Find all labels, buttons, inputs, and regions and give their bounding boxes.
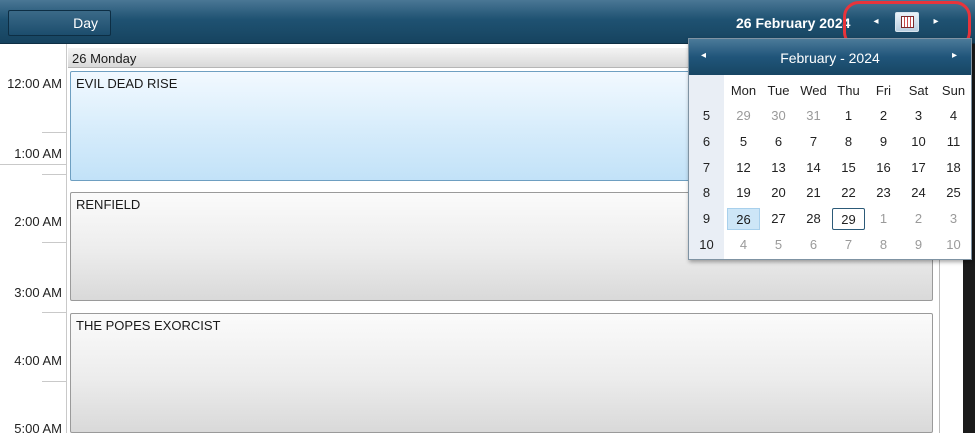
weekday-header: Tue — [767, 83, 790, 98]
calendar-day-cell[interactable]: 5 — [727, 131, 760, 153]
calendar-day-cell[interactable]: 21 — [797, 182, 830, 204]
calendar-day-cell[interactable]: 28 — [797, 208, 830, 230]
weekday-header: Thu — [837, 83, 860, 98]
time-label: 12:00 AM — [7, 76, 62, 91]
calendar-day-cell[interactable]: 18 — [937, 157, 970, 179]
calendar-day-cell[interactable]: 6 — [797, 234, 830, 256]
calendar-day-cell[interactable]: 29 — [727, 105, 760, 127]
calendar-day-cell[interactable]: 23 — [867, 182, 900, 204]
calendar-day-cell[interactable]: 9 — [902, 234, 935, 256]
calendar-day-cell[interactable]: 4 — [727, 234, 760, 256]
calendar-day-cell[interactable]: 30 — [762, 105, 795, 127]
calendar-day-cell[interactable]: 10 — [937, 234, 970, 256]
hour-tick — [0, 164, 67, 165]
calendar-day-cell[interactable]: 6 — [762, 131, 795, 153]
calendar-day-cell[interactable]: 13 — [762, 157, 795, 179]
weekday-header: Sat — [908, 83, 929, 98]
calendar-day-cell[interactable]: 19 — [727, 182, 760, 204]
week-number: 7 — [702, 160, 711, 175]
calendar-day-cell[interactable]: 3 — [937, 208, 970, 230]
calendar-day-cell[interactable]: 16 — [867, 157, 900, 179]
week-number: 5 — [702, 108, 711, 123]
calendar-day-cell[interactable]: 8 — [832, 131, 865, 153]
calendar-day-cell[interactable]: 7 — [797, 131, 830, 153]
time-gutter: 12:00 AM 1:00 AM 2:00 AM 3:00 AM 4:00 AM… — [0, 44, 67, 433]
time-label: 2:00 AM — [14, 214, 62, 229]
time-label: 3:00 AM — [14, 285, 62, 300]
calendar-day-cell[interactable]: 4 — [937, 105, 970, 127]
time-label: 4:00 AM — [14, 353, 62, 368]
calendar-day-cell[interactable]: 10 — [902, 131, 935, 153]
calendar-day-cell[interactable]: 24 — [902, 182, 935, 204]
calendar-day-cell[interactable]: 17 — [902, 157, 935, 179]
calendar-day-cell[interactable]: 22 — [832, 182, 865, 204]
calendar-day-cell[interactable]: 11 — [937, 131, 970, 153]
time-label: 5:00 AM — [14, 421, 62, 433]
week-number: 10 — [699, 237, 714, 252]
week-number: 8 — [702, 185, 711, 200]
date-picker-popup: ◂ February - 2024 ▸ Mon Tue Wed Thu Fri … — [688, 38, 972, 260]
calendar-day-cell[interactable]: 1 — [867, 208, 900, 230]
calendar-day-cell[interactable]: 2 — [867, 105, 900, 127]
calendar-day-cell[interactable]: 27 — [762, 208, 795, 230]
calendar-day-cell[interactable]: 20 — [762, 182, 795, 204]
appointment-the-popes-exorcist[interactable]: THE POPES EXORCIST — [70, 313, 933, 433]
weekday-header: Mon — [730, 83, 757, 98]
next-month-arrow-icon[interactable]: ▸ — [952, 50, 957, 61]
week-number: 6 — [702, 134, 711, 149]
date-picker-header: ◂ February - 2024 ▸ — [689, 39, 971, 75]
calendar-day-cell[interactable]: 9 — [867, 131, 900, 153]
calendar-day-cell[interactable]: 29 — [832, 208, 865, 230]
half-hour-tick — [42, 132, 67, 133]
weekday-header: Sun — [941, 83, 966, 98]
time-label: 1:00 AM — [14, 146, 62, 161]
half-hour-tick — [42, 174, 67, 175]
calendar-day-cell[interactable]: 25 — [937, 182, 970, 204]
calendar-day-cell[interactable]: 1 — [832, 105, 865, 127]
current-date-label: 26 February 2024 — [736, 15, 851, 31]
calendar-day-cell[interactable]: 14 — [797, 157, 830, 179]
calendar-day-cell[interactable]: 15 — [832, 157, 865, 179]
half-hour-tick — [42, 381, 67, 382]
calendar-day-cell[interactable]: 5 — [762, 234, 795, 256]
calendar-day-cell[interactable]: 12 — [727, 157, 760, 179]
half-hour-tick — [42, 242, 67, 243]
calendar-day-cell[interactable]: 8 — [867, 234, 900, 256]
month-year-title[interactable]: February - 2024 — [689, 50, 971, 66]
calendar-day-cell[interactable]: 3 — [902, 105, 935, 127]
calendar-day-cell[interactable]: 7 — [832, 234, 865, 256]
weekday-header: Fri — [875, 83, 892, 98]
calendar-day-cell[interactable]: 31 — [797, 105, 830, 127]
half-hour-tick — [42, 312, 67, 313]
day-view-button[interactable]: Day — [8, 10, 111, 36]
week-number: 9 — [702, 211, 711, 226]
calendar-day-cell[interactable]: 2 — [902, 208, 935, 230]
weekday-header: Wed — [800, 83, 827, 98]
calendar-day-cell[interactable]: 26 — [727, 208, 760, 230]
